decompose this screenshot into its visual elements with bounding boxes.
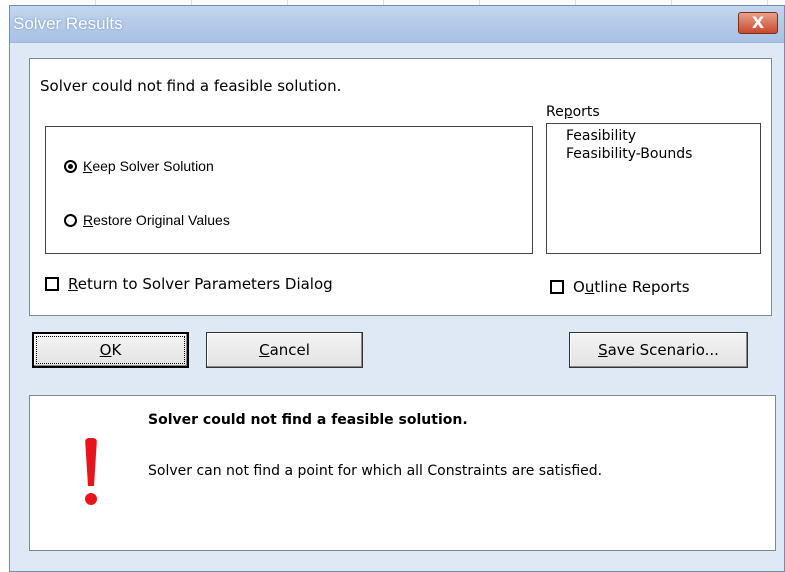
keep-solver-solution-label: Keep Solver Solution — [83, 158, 214, 174]
cancel-button[interactable]: Cancel — [206, 332, 363, 368]
report-item-feasibility-bounds[interactable]: Feasibility-Bounds — [566, 145, 760, 163]
restore-original-values-label: Restore Original Values — [83, 212, 230, 228]
outline-reports-checkbox[interactable]: Outline Reports — [550, 278, 690, 296]
report-item-feasibility[interactable]: Feasibility — [566, 127, 760, 145]
solver-results-dialog: Solver Results X Solver could not find a… — [9, 5, 785, 572]
close-icon: X — [751, 13, 765, 32]
checkbox-unchecked-icon[interactable] — [45, 277, 59, 291]
checkbox-unchecked-icon[interactable] — [550, 280, 564, 294]
return-to-parameters-checkbox[interactable]: Return to Solver Parameters Dialog — [45, 275, 333, 293]
solution-options-group: Keep Solver Solution Restore Original Va… — [45, 126, 533, 254]
result-title: Solver could not find a feasible solutio… — [148, 412, 468, 428]
result-detail: Solver can not find a point for which al… — [148, 463, 603, 479]
reports-listbox[interactable]: Feasibility Feasibility-Bounds — [546, 123, 761, 254]
return-to-parameters-label: Return to Solver Parameters Dialog — [68, 275, 333, 293]
status-message: Solver could not find a feasible solutio… — [40, 77, 342, 95]
radio-unselected-icon[interactable] — [64, 213, 77, 227]
close-button[interactable]: X — [738, 12, 778, 34]
radio-selected-icon[interactable] — [64, 159, 77, 173]
title-bar[interactable]: Solver Results X — [10, 6, 784, 43]
dialog-title: Solver Results — [13, 14, 123, 33]
ok-button[interactable]: OK — [32, 332, 189, 368]
save-scenario-button[interactable]: Save Scenario... — [569, 332, 748, 368]
reports-label: Reports — [546, 104, 600, 120]
options-panel: Solver could not find a feasible solutio… — [29, 58, 772, 316]
restore-original-values-radio[interactable]: Restore Original Values — [64, 212, 230, 228]
outline-reports-label: Outline Reports — [573, 278, 690, 296]
result-panel: Solver could not find a feasible solutio… — [29, 395, 776, 551]
exclamation-icon — [84, 438, 98, 510]
keep-solver-solution-radio[interactable]: Keep Solver Solution — [64, 158, 214, 174]
